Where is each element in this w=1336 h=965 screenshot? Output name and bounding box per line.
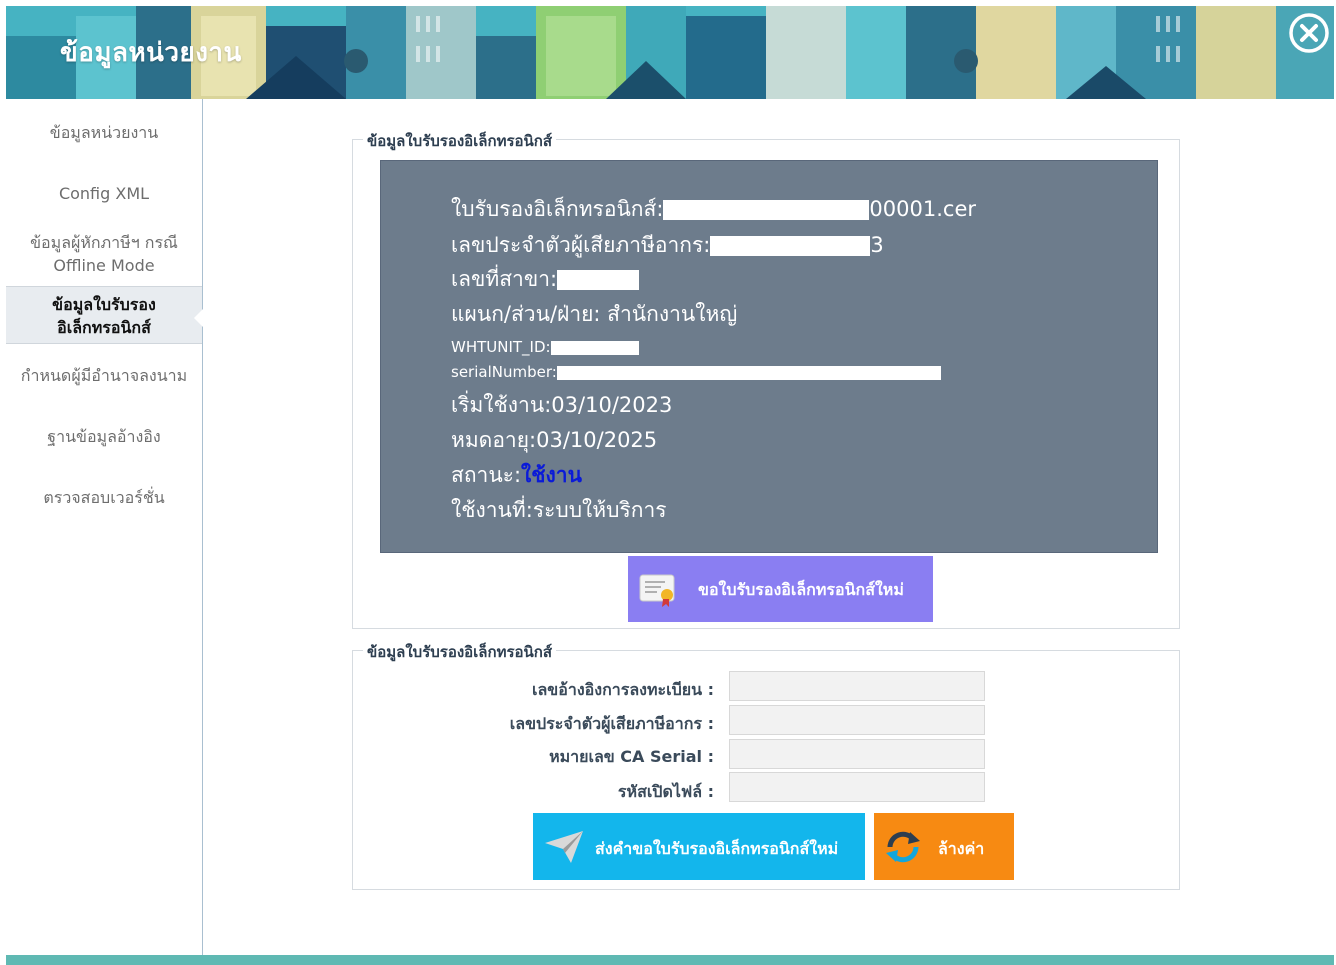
expire-date-label: หมดอายุ: — [451, 428, 537, 452]
ca-serial-input[interactable] — [729, 739, 985, 769]
tax-id-line: เลขประจำตัวผู้เสียภาษีอากร: 3 — [451, 229, 884, 262]
status-badge: ใช้งาน — [521, 463, 582, 487]
cert-file-suffix: 00001.cer — [869, 197, 977, 221]
expire-date-line: หมดอายุ:03/10/2025 — [451, 424, 657, 457]
cert-file-line: ใบรับรองอิเล็กทรอนิกส์: 00001.cer — [451, 193, 976, 226]
redaction-mask — [663, 200, 870, 220]
sidebar-item-label: ตรวจสอบเวอร์ชั่น — [43, 488, 165, 507]
bottom-bar — [6, 955, 1334, 965]
sidebar-item-signatory[interactable]: กำหนดผู้มีอำนาจลงนาม — [6, 364, 202, 387]
usage-line: ใช้งานที่:ระบบให้บริการ — [451, 498, 667, 522]
sidebar-item-label: Offline Mode — [53, 256, 155, 275]
sidebar-item-label: กำหนดผู้มีอำนาจลงนาม — [20, 366, 188, 385]
certificate-icon — [639, 574, 675, 607]
whtunit-line: WHTUNIT_ID: — [451, 338, 639, 356]
branch-line: เลขที่สาขา: — [451, 263, 640, 296]
registration-ref-label: เลขอ้างอิงการลงทะเบียน : — [532, 680, 714, 699]
sidebar: ข้อมูลหน่วยงาน Config XML ข้อมูลผู้หักภา… — [6, 99, 203, 955]
clear-label: ล้างค่า — [938, 839, 985, 858]
send-request-label: ส่งคำขอใบรับรองอิเล็กทรอนิกส์ใหม่ — [595, 839, 839, 858]
sidebar-item-label: ข้อมูลใบรับรอง — [52, 295, 156, 314]
window-title: ข้อมูลหน่วยงาน — [60, 38, 242, 68]
active-indicator — [194, 309, 203, 327]
tax-id-label: เลขประจำตัวผู้เสียภาษีอากร: — [451, 233, 711, 257]
cert-details-box: ใบรับรองอิเล็กทรอนิกส์: 00001.cer เลขประจ… — [380, 160, 1158, 553]
paper-plane-icon — [545, 831, 583, 863]
registration-ref-input[interactable] — [729, 671, 985, 701]
whtunit-label: WHTUNIT_ID: — [451, 338, 551, 356]
sidebar-item-label: ข้อมูลผู้หักภาษีฯ กรณี — [30, 233, 178, 252]
ca-serial-label: หมายเลข CA Serial : — [549, 747, 714, 766]
sidebar-item-offline-mode[interactable]: ข้อมูลผู้หักภาษีฯ กรณี Offline Mode — [6, 231, 202, 277]
status-line: สถานะ:ใช้งาน — [451, 459, 582, 492]
refresh-icon — [886, 831, 920, 863]
start-date-value: 03/10/2023 — [551, 393, 673, 417]
sidebar-item-check-version[interactable]: ตรวจสอบเวอร์ชั่น — [6, 486, 202, 509]
tax-id-input[interactable] — [729, 705, 985, 735]
sidebar-item-label: Config XML — [58, 184, 150, 203]
panel-legend: ข้อมูลใบรับรองอิเล็กทรอนิกส์ — [363, 640, 557, 664]
department-line: แผนก/ส่วน/ฝ่าย: สำนักงานใหญ่ — [451, 302, 738, 326]
clear-button[interactable]: ล้างค่า — [874, 813, 1014, 880]
sidebar-item-reference-db[interactable]: ฐานข้อมูลอ้างอิง — [6, 425, 202, 448]
tax-id-suffix: 3 — [870, 233, 884, 257]
status-label: สถานะ: — [451, 463, 522, 487]
sidebar-item-label: ข้อมูลหน่วยงาน — [49, 123, 159, 142]
sidebar-item-config-xml[interactable]: Config XML — [6, 182, 202, 205]
redaction-mask — [550, 340, 639, 355]
branch-label: เลขที่สาขา: — [451, 267, 558, 291]
start-date-label: เริ่มใช้งาน: — [451, 393, 552, 417]
send-request-button[interactable]: ส่งคำขอใบรับรองอิเล็กทรอนิกส์ใหม่ — [533, 813, 865, 880]
request-new-cert-button[interactable]: ขอใบรับรองอิเล็กทรอนิกส์ใหม่ — [628, 556, 933, 622]
redaction-mask — [710, 236, 871, 256]
redaction-mask — [557, 270, 640, 290]
cert-file-label: ใบรับรองอิเล็กทรอนิกส์: — [451, 197, 664, 221]
serial-line: serialNumber: — [451, 363, 941, 381]
sidebar-item-agency-info[interactable]: ข้อมูลหน่วยงาน — [6, 121, 202, 144]
sidebar-item-label: อิเล็กทรอนิกส์ — [57, 318, 151, 337]
file-password-label: รหัสเปิดไฟล์ : — [617, 782, 714, 801]
sidebar-item-e-certificate[interactable]: ข้อมูลใบรับรอง อิเล็กทรอนิกส์ — [6, 286, 203, 344]
file-password-input[interactable] — [729, 772, 985, 802]
expire-date-value: 03/10/2025 — [536, 428, 658, 452]
panel-legend: ข้อมูลใบรับรองอิเล็กทรอนิกส์ — [363, 129, 557, 153]
redaction-mask — [556, 365, 941, 380]
serial-label: serialNumber: — [451, 363, 557, 381]
close-circle-icon[interactable] — [1288, 12, 1330, 54]
window-header: ข้อมูลหน่วยงาน — [6, 6, 1334, 99]
start-date-line: เริ่มใช้งาน:03/10/2023 — [451, 389, 672, 422]
sidebar-item-label: ฐานข้อมูลอ้างอิง — [47, 427, 161, 446]
request-new-cert-label: ขอใบรับรองอิเล็กทรอนิกส์ใหม่ — [698, 580, 904, 599]
tax-id-field-label: เลขประจำตัวผู้เสียภาษีอากร : — [509, 714, 714, 733]
